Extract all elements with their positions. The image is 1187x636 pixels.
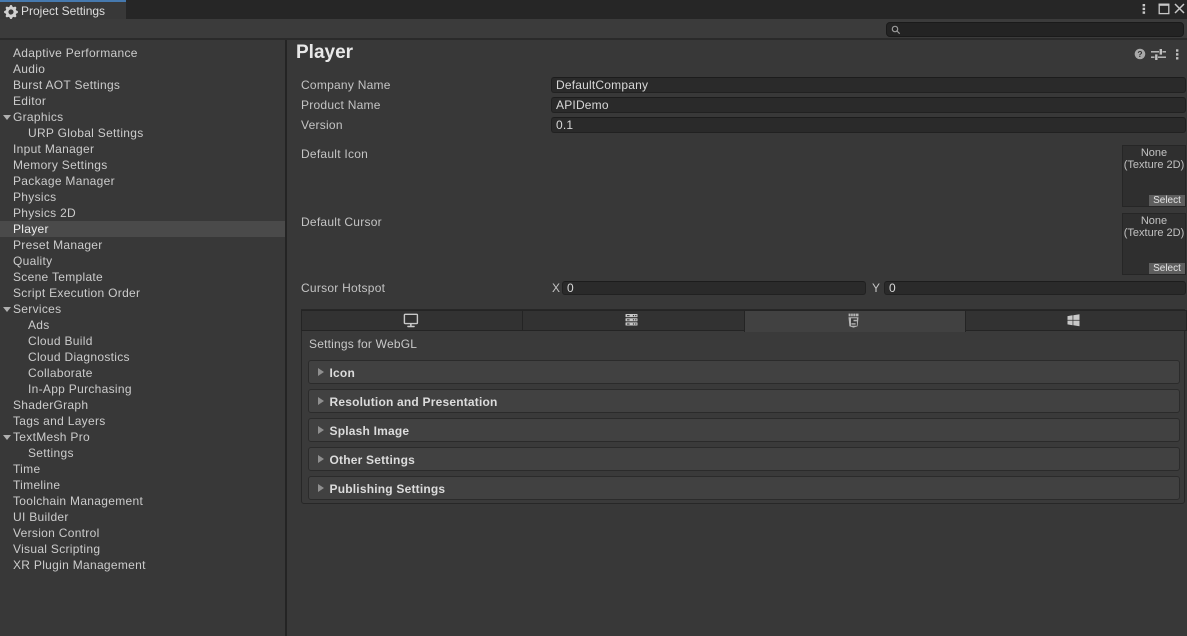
svg-text:?: ? xyxy=(1137,49,1142,59)
